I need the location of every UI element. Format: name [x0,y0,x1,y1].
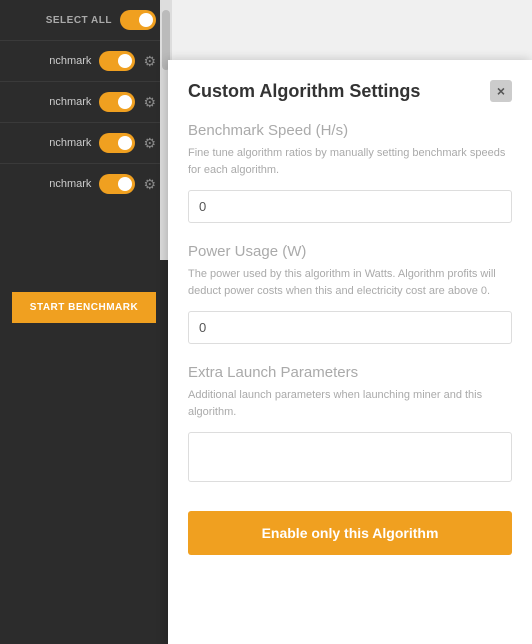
benchmark-speed-input[interactable] [188,190,512,223]
algo-row-1: nchmark ⚙ [0,40,168,81]
extra-params-section: Extra Launch Parameters Additional launc… [188,364,512,495]
algo-toggle-1[interactable] [99,51,135,71]
power-usage-section: Power Usage (W) The power used by this a… [188,243,512,364]
algo-row-3: nchmark ⚙ [0,122,168,163]
select-all-toggle[interactable] [120,10,156,30]
enable-btn-container: Enable only this Algorithm [168,495,532,571]
gear-icon-1[interactable]: ⚙ [143,53,156,70]
select-all-row: SELECT ALL [0,0,168,40]
benchmark-btn-area: START BENCHMARK [0,280,168,335]
benchmark-speed-desc: Fine tune algorithm ratios by manually s… [188,145,512,178]
algo-toggle-2[interactable] [99,92,135,112]
close-button[interactable]: × [490,80,512,102]
modal-header: Custom Algorithm Settings × [188,80,512,102]
extra-params-desc: Additional launch parameters when launch… [188,387,512,420]
gear-icon-2[interactable]: ⚙ [143,94,156,111]
extra-params-title: Extra Launch Parameters [188,364,512,381]
select-all-label: SELECT ALL [46,15,112,26]
algo-toggle-3[interactable] [99,133,135,153]
gear-icon-3[interactable]: ⚙ [143,135,156,152]
algo-row-2: nchmark ⚙ [0,81,168,122]
power-usage-title: Power Usage (W) [188,243,512,260]
algo-name-4: nchmark [12,178,91,190]
extra-params-input[interactable] [188,432,512,482]
algo-name-2: nchmark [12,96,91,108]
power-usage-desc: The power used by this algorithm in Watt… [188,266,512,299]
modal-title: Custom Algorithm Settings [188,81,420,102]
algo-name-1: nchmark [12,55,91,67]
benchmark-speed-section: Benchmark Speed (H/s) Fine tune algorith… [188,122,512,243]
enable-only-algorithm-button[interactable]: Enable only this Algorithm [188,511,512,555]
algo-row-4: nchmark ⚙ [0,163,168,204]
start-benchmark-button[interactable]: START BENCHMARK [12,292,156,323]
power-usage-input[interactable] [188,311,512,344]
modal-panel: Custom Algorithm Settings × Benchmark Sp… [168,60,532,644]
benchmark-speed-title: Benchmark Speed (H/s) [188,122,512,139]
gear-icon-4[interactable]: ⚙ [143,176,156,193]
algo-name-3: nchmark [12,137,91,149]
algo-toggle-4[interactable] [99,174,135,194]
